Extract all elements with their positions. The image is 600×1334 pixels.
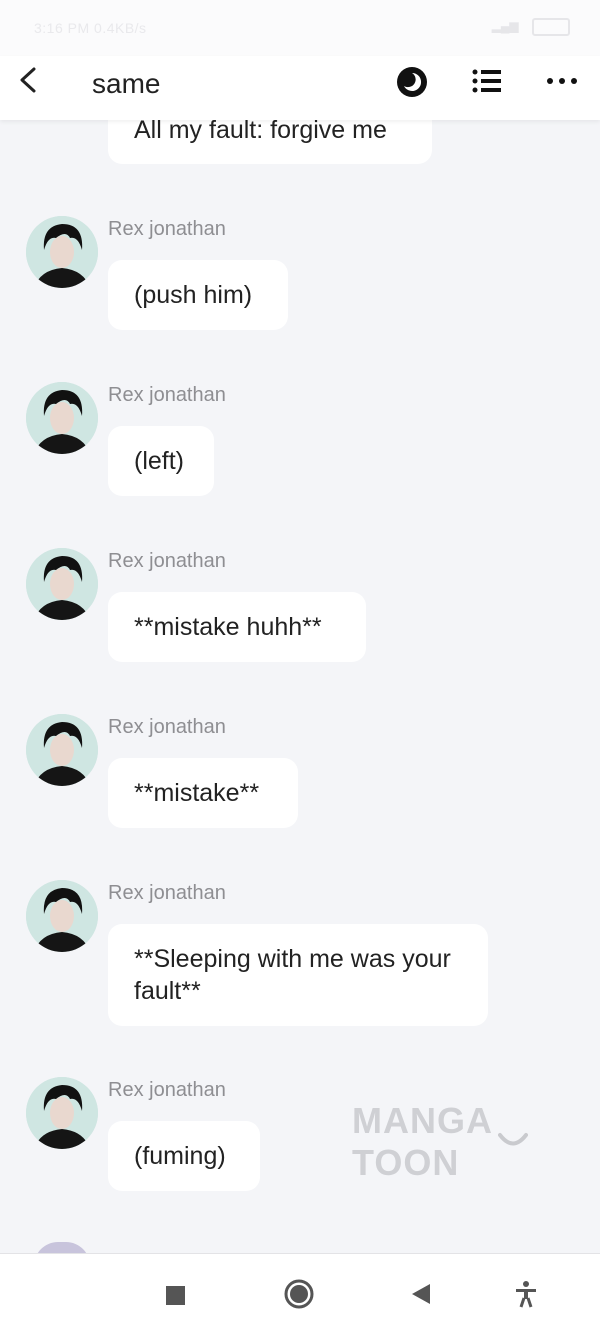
home-button[interactable] [284,1279,314,1309]
signal-icon: ▂▄▆ [491,19,519,34]
sender-name: Rex jonathan [108,218,226,240]
sender-name: Rex jonathan [108,716,226,738]
back-arrow-icon[interactable] [16,66,40,94]
avatar[interactable] [26,1077,98,1149]
message-text: **mistake** [134,779,260,807]
message-bubble: **Sleeping with me was your fault** [108,924,488,1026]
avatar[interactable] [26,548,98,620]
message-text: All my fault: forgive me [134,116,387,144]
message-text: **mistake huhh** [134,613,322,641]
status-icons: ▂▄▆ 32 [492,18,570,36]
recent-apps-button[interactable] [166,1286,185,1305]
message-bubble: (left) [108,426,214,496]
system-navigation-bar [0,1253,600,1334]
network-speed: 0.4KB/s [94,20,147,36]
back-button[interactable] [410,1282,432,1306]
chapter-list-icon[interactable] [472,68,502,94]
avatar[interactable] [26,382,98,454]
message-text: (push him) [134,281,253,309]
status-bar: 3:16 PM 0.4KB/s ▂▄▆ 32 [0,0,600,56]
sender-name: Rex jonathan [108,882,226,904]
message-bubble: **mistake huhh** [108,592,366,662]
accessibility-icon[interactable] [514,1280,538,1308]
message-bubble: (push him) [108,260,288,330]
watermark-smile-icon [498,1133,528,1146]
message-text: **Sleeping with me was your fault** [134,945,451,1005]
message-bubble: (fuming) [108,1121,260,1191]
chat-feed[interactable]: All my fault: forgive me Rex jonathan (p… [0,0,600,1253]
clock: 3:16 PM [34,20,90,36]
more-options-icon[interactable] [546,76,578,86]
sender-name: Rex jonathan [108,550,226,572]
sender-name [108,1244,218,1253]
app-bar: same [0,56,600,120]
page-title: same [92,68,161,99]
status-time: 3:16 PM 0.4KB/s [34,20,147,36]
avatar[interactable] [26,216,98,288]
night-mode-icon[interactable] [396,66,428,98]
sender-name: Rex jonathan [108,1079,226,1101]
message-text: (left) [134,447,184,475]
battery-icon [532,18,570,36]
sender-name: Rex jonathan [108,384,226,406]
message-bubble: **mistake** [108,758,298,828]
avatar[interactable] [26,714,98,786]
message-text: (fuming) [134,1142,226,1170]
avatar[interactable] [34,1242,90,1253]
watermark-logo: MANGA TOON [352,1100,492,1183]
avatar[interactable] [26,880,98,952]
